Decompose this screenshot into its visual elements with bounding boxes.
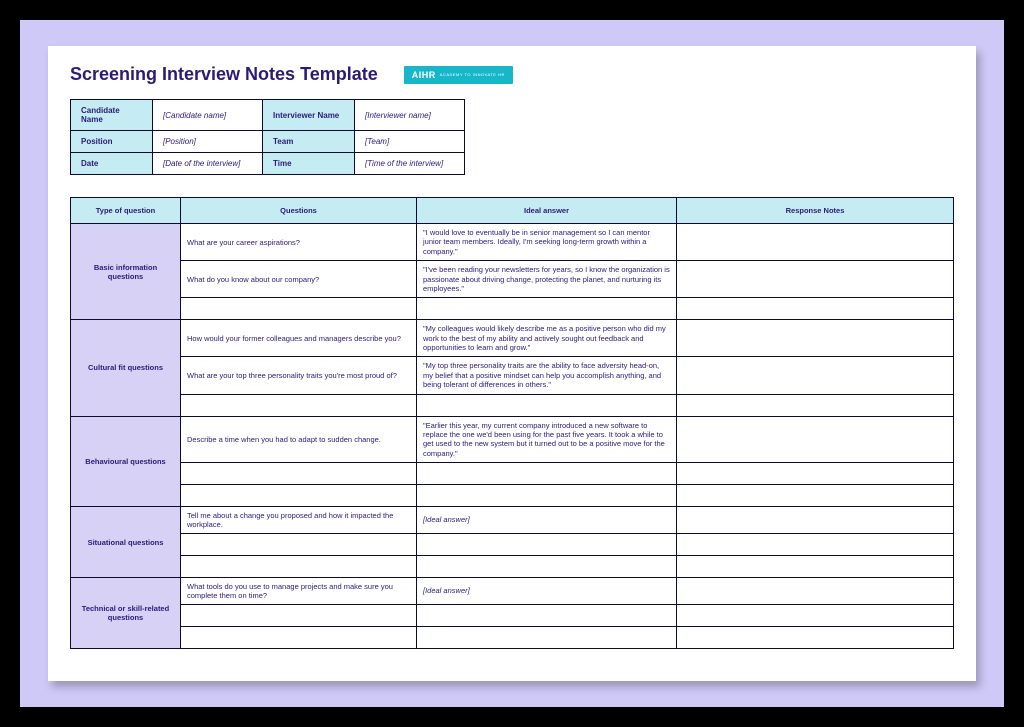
notes-cell	[677, 394, 954, 416]
answer-cell	[417, 556, 677, 578]
candidate-value: [Candidate name]	[153, 100, 263, 131]
notes-cell	[677, 463, 954, 485]
table-row: What do you know about our company? "I'v…	[71, 261, 954, 298]
answer-cell	[417, 627, 677, 649]
question-cell	[181, 298, 417, 320]
section-technical: Technical or skill-related questions	[71, 578, 181, 649]
table-row: Technical or skill-related questions Wha…	[71, 578, 954, 605]
interviewer-label: Interviewer Name	[263, 100, 355, 131]
section-behavioural: Behavioural questions	[71, 416, 181, 507]
notes-cell	[677, 485, 954, 507]
notes-cell	[677, 507, 954, 534]
answer-cell: [Ideal answer]	[417, 507, 677, 534]
question-cell	[181, 605, 417, 627]
table-row	[71, 298, 954, 320]
question-cell	[181, 485, 417, 507]
section-situational: Situational questions	[71, 507, 181, 578]
info-table: Candidate Name [Candidate name] Intervie…	[70, 99, 465, 175]
table-row: What are your top three personality trai…	[71, 357, 954, 394]
col-notes: Response Notes	[677, 198, 954, 224]
team-value: [Team]	[355, 131, 465, 153]
aihr-badge: AIHR ACADEMY TO INNOVATE HR	[404, 66, 513, 84]
answer-cell	[417, 463, 677, 485]
table-row: Basic information questions What are you…	[71, 224, 954, 261]
col-type: Type of question	[71, 198, 181, 224]
time-label: Time	[263, 153, 355, 175]
notes-cell	[677, 357, 954, 394]
question-cell	[181, 556, 417, 578]
answer-cell	[417, 605, 677, 627]
question-cell	[181, 463, 417, 485]
table-row	[71, 394, 954, 416]
notes-cell	[677, 534, 954, 556]
notes-cell	[677, 605, 954, 627]
notes-cell	[677, 627, 954, 649]
position-label: Position	[71, 131, 153, 153]
notes-cell	[677, 556, 954, 578]
answer-cell	[417, 534, 677, 556]
question-cell: Describe a time when you had to adapt to…	[181, 416, 417, 463]
questions-table: Type of question Questions Ideal answer …	[70, 197, 954, 649]
section-cultural: Cultural fit questions	[71, 320, 181, 416]
candidate-label: Candidate Name	[71, 100, 153, 131]
question-cell: What do you know about our company?	[181, 261, 417, 298]
badge-subtext: ACADEMY TO INNOVATE HR	[440, 73, 505, 77]
notes-cell	[677, 298, 954, 320]
answer-cell	[417, 394, 677, 416]
table-header-row: Type of question Questions Ideal answer …	[71, 198, 954, 224]
position-value: [Position]	[153, 131, 263, 153]
notes-cell	[677, 224, 954, 261]
question-cell: Tell me about a change you proposed and …	[181, 507, 417, 534]
notes-cell	[677, 578, 954, 605]
table-row	[71, 627, 954, 649]
col-questions: Questions	[181, 198, 417, 224]
notes-cell	[677, 320, 954, 357]
answer-cell: "My top three personality traits are the…	[417, 357, 677, 394]
col-ideal: Ideal answer	[417, 198, 677, 224]
answer-cell: "My colleagues would likely describe me …	[417, 320, 677, 357]
question-cell	[181, 534, 417, 556]
question-cell: How would your former colleagues and man…	[181, 320, 417, 357]
page-frame: Screening Interview Notes Template AIHR …	[20, 20, 1004, 707]
question-cell: What are your career aspirations?	[181, 224, 417, 261]
date-label: Date	[71, 153, 153, 175]
answer-cell: [Ideal answer]	[417, 578, 677, 605]
question-cell: What tools do you use to manage projects…	[181, 578, 417, 605]
table-row	[71, 605, 954, 627]
answer-cell: "I've been reading your newsletters for …	[417, 261, 677, 298]
answer-cell: "I would love to eventually be in senior…	[417, 224, 677, 261]
answer-cell: "Earlier this year, my current company i…	[417, 416, 677, 463]
team-label: Team	[263, 131, 355, 153]
table-row	[71, 485, 954, 507]
interviewer-value: [Interviewer name]	[355, 100, 465, 131]
notes-cell	[677, 416, 954, 463]
question-cell: What are your top three personality trai…	[181, 357, 417, 394]
header: Screening Interview Notes Template AIHR …	[70, 64, 954, 85]
section-basic: Basic information questions	[71, 224, 181, 320]
table-row	[71, 534, 954, 556]
date-value: [Date of the interview]	[153, 153, 263, 175]
notes-cell	[677, 261, 954, 298]
time-value: [Time of the interview]	[355, 153, 465, 175]
answer-cell	[417, 298, 677, 320]
answer-cell	[417, 485, 677, 507]
table-row: Situational questions Tell me about a ch…	[71, 507, 954, 534]
table-row	[71, 556, 954, 578]
table-row: Cultural fit questions How would your fo…	[71, 320, 954, 357]
page-title: Screening Interview Notes Template	[70, 64, 378, 85]
question-cell	[181, 394, 417, 416]
table-row	[71, 463, 954, 485]
question-cell	[181, 627, 417, 649]
badge-text: AIHR	[412, 70, 436, 80]
document-page: Screening Interview Notes Template AIHR …	[48, 46, 976, 681]
table-row: Behavioural questions Describe a time wh…	[71, 416, 954, 463]
